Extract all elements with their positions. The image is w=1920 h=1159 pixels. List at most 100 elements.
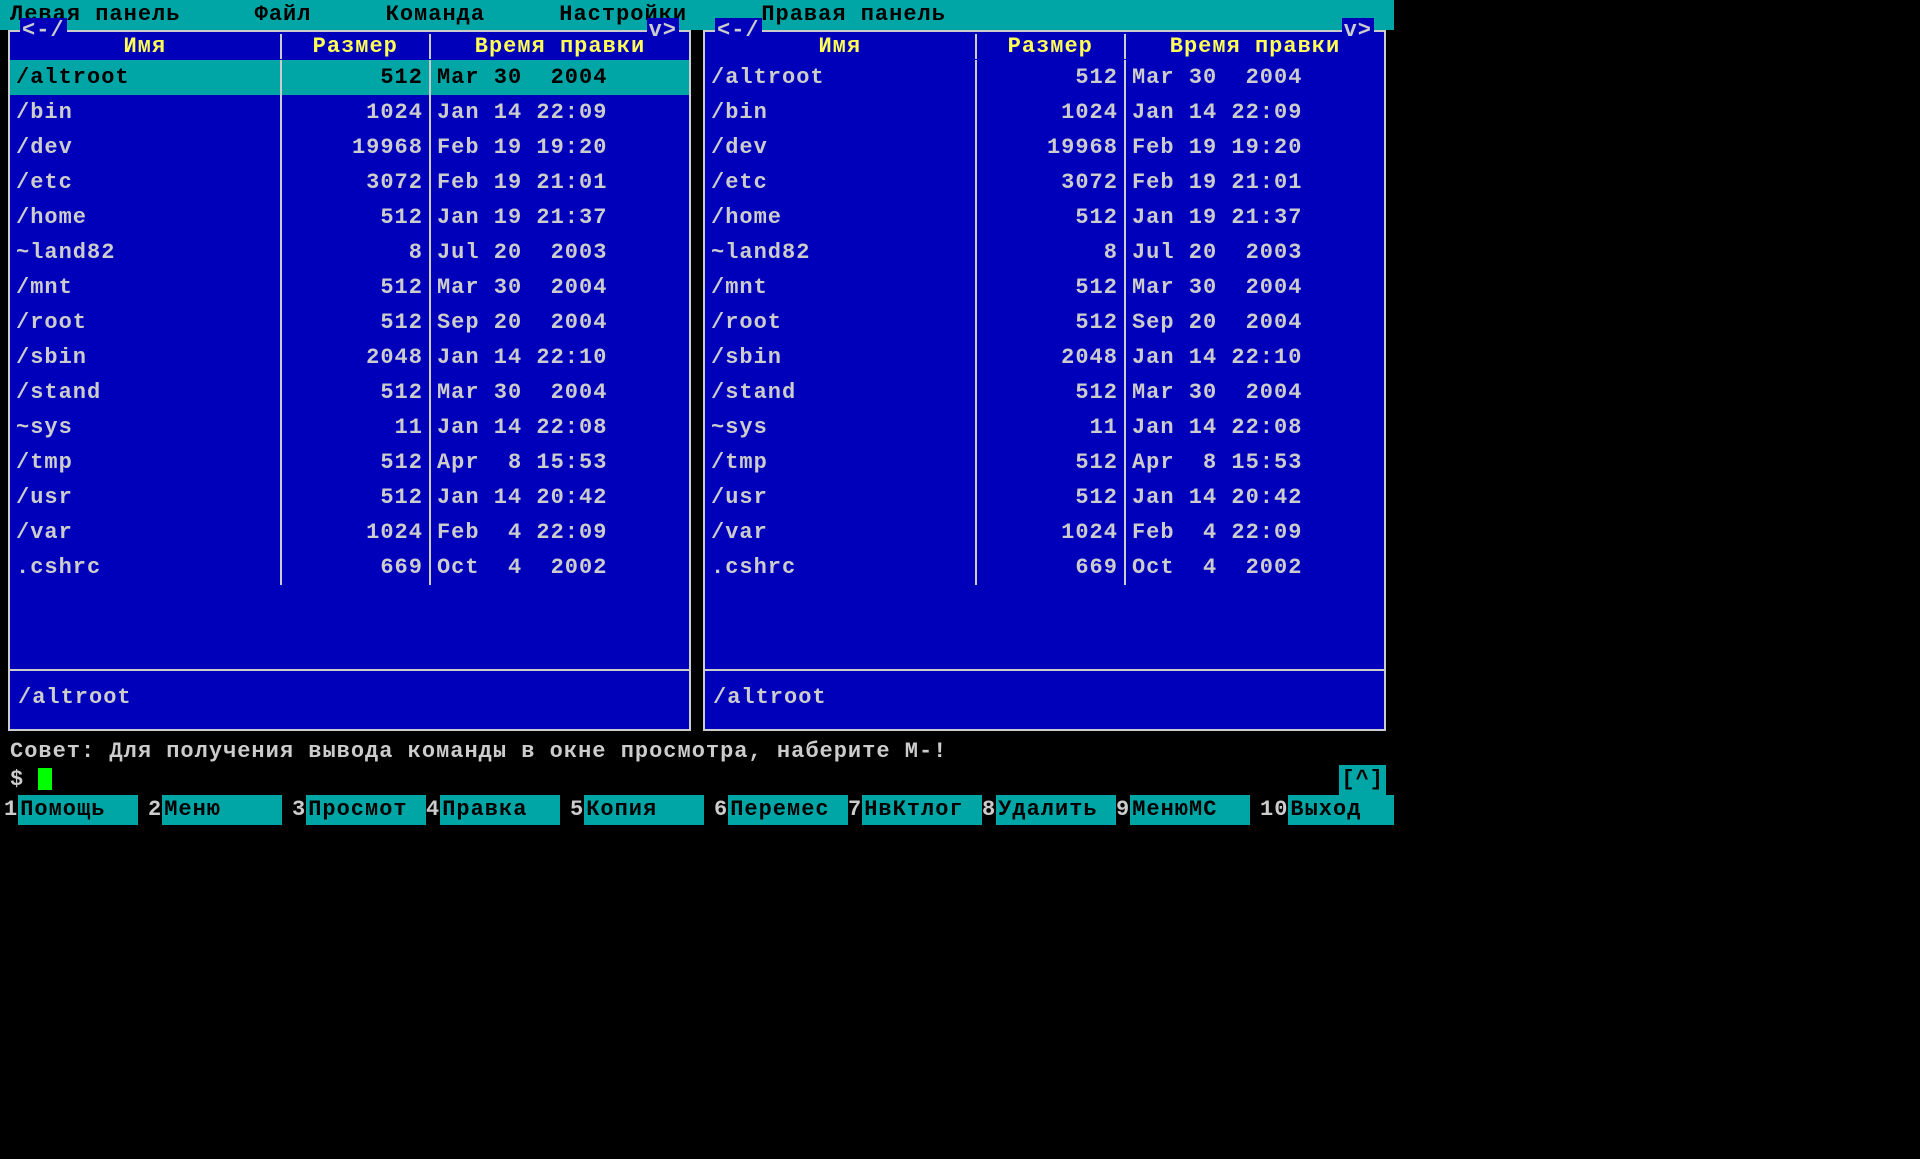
right-file-name: /tmp — [705, 445, 977, 480]
right-file-size: 512 — [977, 305, 1126, 340]
left-scroll-left-icon[interactable]: <-/ — [20, 18, 67, 43]
left-column-headers: Имя Размер Время правки — [10, 32, 689, 60]
command-prompt[interactable]: $ [^] — [0, 765, 1394, 795]
right-file-row[interactable]: /usr512Jan 14 20:42 — [705, 480, 1384, 515]
right-file-row[interactable]: /tmp512Apr 8 15:53 — [705, 445, 1384, 480]
left-file-size: 512 — [282, 375, 431, 410]
left-file-time: Jan 14 22:08 — [431, 410, 689, 445]
left-file-time: Feb 19 19:20 — [431, 130, 689, 165]
fkey-8[interactable]: 8Удалить — [982, 795, 1116, 825]
fkey-number: 9 — [1116, 795, 1130, 825]
left-file-row[interactable]: /root512Sep 20 2004 — [10, 305, 689, 340]
caret-indicator[interactable]: [^] — [1339, 765, 1386, 795]
left-file-name: /etc — [10, 165, 282, 200]
left-file-size: 512 — [282, 480, 431, 515]
right-file-row[interactable]: .cshrc669Oct 4 2002 — [705, 550, 1384, 585]
right-file-time: Mar 30 2004 — [1126, 60, 1384, 95]
left-file-time: Feb 4 22:09 — [431, 515, 689, 550]
fkey-9[interactable]: 9МенюMC — [1116, 795, 1250, 825]
right-panel: <-/ v> Имя Размер Время правки /altroot5… — [703, 30, 1386, 731]
right-file-row[interactable]: ~sys11Jan 14 22:08 — [705, 410, 1384, 445]
fkey-gap — [138, 795, 148, 825]
fkey-6[interactable]: 6Перемес — [714, 795, 848, 825]
left-panel: <-/ v> Имя Размер Время правки /altroot5… — [8, 30, 691, 731]
right-file-row[interactable]: ~land828Jul 20 2003 — [705, 235, 1384, 270]
left-file-size: 512 — [282, 270, 431, 305]
panels-container: <-/ v> Имя Размер Время правки /altroot5… — [0, 30, 1394, 735]
left-file-time: Jul 20 2003 — [431, 235, 689, 270]
left-header-size[interactable]: Размер — [282, 34, 431, 59]
left-file-name: /altroot — [10, 60, 282, 95]
fkey-3[interactable]: 3Просмот — [292, 795, 426, 825]
right-file-time: Feb 4 22:09 — [1126, 515, 1384, 550]
right-file-row[interactable]: /bin1024Jan 14 22:09 — [705, 95, 1384, 130]
right-file-size: 512 — [977, 200, 1126, 235]
right-file-name: /var — [705, 515, 977, 550]
left-file-row[interactable]: ~land828Jul 20 2003 — [10, 235, 689, 270]
right-file-row[interactable]: /altroot512Mar 30 2004 — [705, 60, 1384, 95]
right-file-size: 2048 — [977, 340, 1126, 375]
right-file-row[interactable]: /mnt512Mar 30 2004 — [705, 270, 1384, 305]
right-file-row[interactable]: /etc3072Feb 19 21:01 — [705, 165, 1384, 200]
right-scroll-right-icon[interactable]: v> — [1342, 18, 1374, 43]
fkey-5[interactable]: 5Копия — [570, 795, 704, 825]
fkey-7[interactable]: 7НвКтлог — [848, 795, 982, 825]
fkey-4[interactable]: 4Правка — [426, 795, 560, 825]
left-file-row[interactable]: /tmp512Apr 8 15:53 — [10, 445, 689, 480]
left-scroll-right-icon[interactable]: v> — [647, 18, 679, 43]
right-file-list[interactable]: /altroot512Mar 30 2004/bin1024Jan 14 22:… — [705, 60, 1384, 669]
fkey-2[interactable]: 2Меню — [148, 795, 282, 825]
left-file-list[interactable]: /altroot512Mar 30 2004/bin1024Jan 14 22:… — [10, 60, 689, 669]
left-file-row[interactable]: /altroot512Mar 30 2004 — [10, 60, 689, 95]
fkey-10[interactable]: 10Выход — [1260, 795, 1394, 825]
right-file-row[interactable]: /var1024Feb 4 22:09 — [705, 515, 1384, 550]
left-file-time: Apr 8 15:53 — [431, 445, 689, 480]
fkey-label: Правка — [440, 795, 560, 825]
right-header-size[interactable]: Размер — [977, 34, 1126, 59]
left-file-row[interactable]: .cshrc669Oct 4 2002 — [10, 550, 689, 585]
menu-command[interactable]: Команда — [386, 0, 485, 30]
left-file-time: Mar 30 2004 — [431, 375, 689, 410]
right-file-row[interactable]: /stand512Mar 30 2004 — [705, 375, 1384, 410]
left-file-row[interactable]: /var1024Feb 4 22:09 — [10, 515, 689, 550]
menu-file[interactable]: Файл — [255, 0, 312, 30]
left-file-row[interactable]: /dev19968Feb 19 19:20 — [10, 130, 689, 165]
right-file-size: 8 — [977, 235, 1126, 270]
right-file-size: 19968 — [977, 130, 1126, 165]
right-scroll-left-icon[interactable]: <-/ — [715, 18, 762, 43]
fkey-number: 7 — [848, 795, 862, 825]
left-file-name: /bin — [10, 95, 282, 130]
left-status-line: /altroot — [10, 669, 689, 729]
left-file-name: /var — [10, 515, 282, 550]
left-file-row[interactable]: /home512Jan 19 21:37 — [10, 200, 689, 235]
left-file-time: Jan 14 22:09 — [431, 95, 689, 130]
left-file-size: 512 — [282, 445, 431, 480]
right-file-name: ~land82 — [705, 235, 977, 270]
right-file-size: 512 — [977, 375, 1126, 410]
right-file-time: Jan 14 22:10 — [1126, 340, 1384, 375]
left-file-row[interactable]: /usr512Jan 14 20:42 — [10, 480, 689, 515]
fkey-1[interactable]: 1Помощь — [4, 795, 138, 825]
right-file-time: Sep 20 2004 — [1126, 305, 1384, 340]
right-file-row[interactable]: /home512Jan 19 21:37 — [705, 200, 1384, 235]
right-file-name: /usr — [705, 480, 977, 515]
prompt-symbol: $ — [10, 767, 38, 792]
left-file-size: 512 — [282, 305, 431, 340]
fkey-label: Копия — [584, 795, 704, 825]
left-file-row[interactable]: /stand512Mar 30 2004 — [10, 375, 689, 410]
left-file-name: /tmp — [10, 445, 282, 480]
right-file-row[interactable]: /sbin2048Jan 14 22:10 — [705, 340, 1384, 375]
left-file-row[interactable]: /sbin2048Jan 14 22:10 — [10, 340, 689, 375]
menu-right-panel[interactable]: Правая панель — [761, 0, 946, 30]
right-file-time: Jan 14 20:42 — [1126, 480, 1384, 515]
right-file-time: Jan 19 21:37 — [1126, 200, 1384, 235]
fkey-gap — [1250, 795, 1260, 825]
left-file-row[interactable]: /etc3072Feb 19 21:01 — [10, 165, 689, 200]
left-file-row[interactable]: /mnt512Mar 30 2004 — [10, 270, 689, 305]
right-file-row[interactable]: /dev19968Feb 19 19:20 — [705, 130, 1384, 165]
left-file-size: 1024 — [282, 515, 431, 550]
left-file-row[interactable]: ~sys11Jan 14 22:08 — [10, 410, 689, 445]
right-file-row[interactable]: /root512Sep 20 2004 — [705, 305, 1384, 340]
left-file-row[interactable]: /bin1024Jan 14 22:09 — [10, 95, 689, 130]
right-file-time: Jan 14 22:09 — [1126, 95, 1384, 130]
